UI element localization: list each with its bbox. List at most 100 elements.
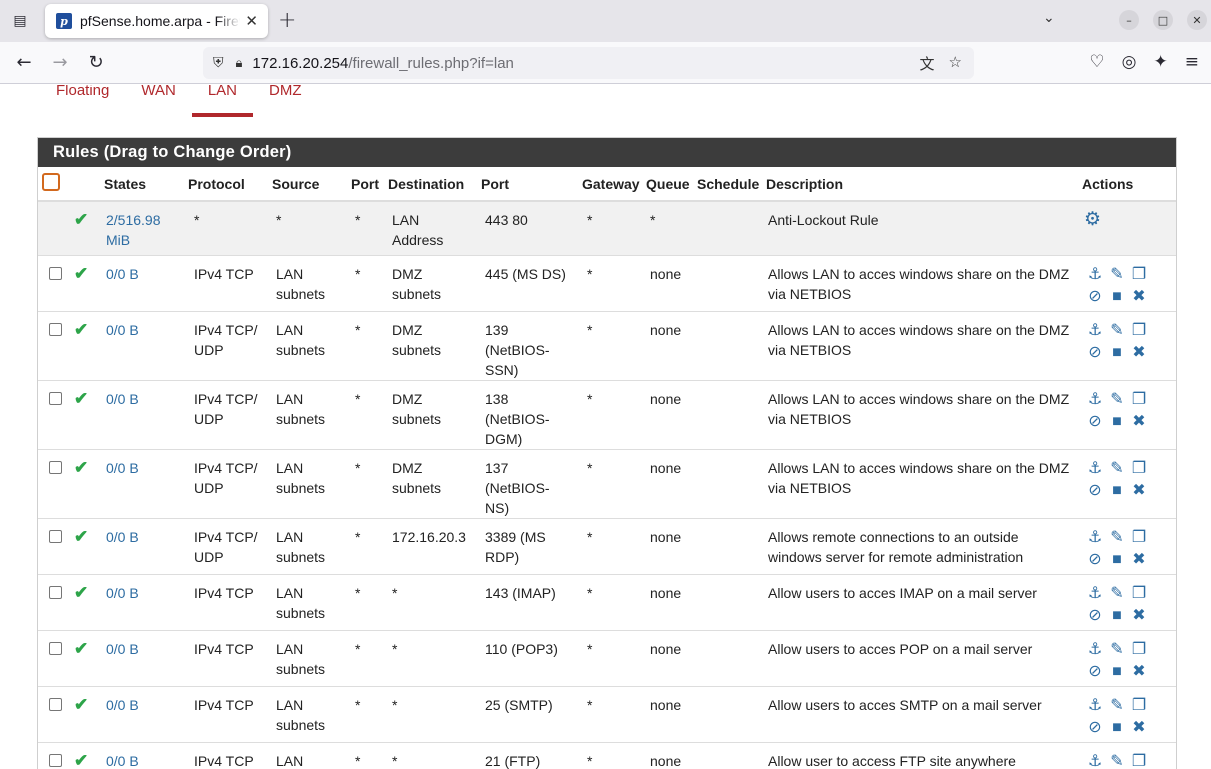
close-window-icon[interactable]: ✕ [1187,10,1207,30]
edit-pencil-icon[interactable]: ✎ [1106,583,1128,605]
translate-icon[interactable]: 文 [920,53,935,74]
edit-pencil-icon[interactable]: ✎ [1106,458,1128,480]
row-checkbox[interactable] [49,460,62,474]
edit-pencil-icon[interactable]: ✎ [1106,389,1128,411]
copy-icon[interactable]: ❐ [1128,751,1150,769]
edit-pencil-icon[interactable]: ✎ [1106,527,1128,549]
trash-icon[interactable]: ■ [1106,286,1128,308]
disable-icon[interactable]: ⊘ [1084,286,1106,308]
reload-icon[interactable]: ↻ [84,52,108,73]
table-row[interactable]: ✔ 0/0 B IPv4 TCP LAN subnets * * 110 (POP3) * no… [38,629,1176,686]
close-tab-icon[interactable]: ✕ [245,12,258,30]
edit-pencil-icon[interactable]: ✎ [1106,320,1128,342]
table-row[interactable]: ✔ 0/0 B IPv4 TCP LAN subnets * * 25 (SMTP) * non… [38,685,1176,742]
url-text[interactable]: 172.16.20.254/firewall_rules.php?if=lan [252,55,513,72]
delete-x-icon[interactable]: ✖ [1128,480,1150,502]
row-checkbox[interactable] [49,585,62,599]
bookmark-star-icon[interactable]: ☆ [949,53,962,74]
disable-icon[interactable]: ⊘ [1084,605,1106,627]
row-checkbox[interactable] [49,391,62,405]
copy-icon[interactable]: ❐ [1128,695,1150,717]
anchor-icon[interactable]: ⚓︎ [1084,264,1106,286]
select-all-checkbox[interactable] [42,173,60,191]
copy-icon[interactable]: ❐ [1128,458,1150,480]
tab-dmz[interactable]: DMZ [253,85,318,117]
anchor-icon[interactable]: ⚓︎ [1084,320,1106,342]
copy-icon[interactable]: ❐ [1128,639,1150,661]
delete-x-icon[interactable]: ✖ [1128,549,1150,571]
disable-icon[interactable]: ⊘ [1084,717,1106,739]
trash-icon[interactable]: ■ [1106,605,1128,627]
browser-tab[interactable]: p pfSense.home.arpa - Firewall: Rules: L… [45,4,268,38]
anchor-icon[interactable]: ⚓︎ [1084,389,1106,411]
row-checkbox[interactable] [49,697,62,711]
delete-x-icon[interactable]: ✖ [1128,286,1150,308]
menu-icon[interactable]: ≡ [1185,52,1199,72]
states-link[interactable]: 0/0 B [106,460,139,476]
states-link[interactable]: 0/0 B [106,266,139,282]
disable-icon[interactable]: ⊘ [1084,549,1106,571]
states-link[interactable]: 0/0 B [106,322,139,338]
copy-icon[interactable]: ❐ [1128,527,1150,549]
trash-icon[interactable]: ■ [1106,342,1128,364]
states-link[interactable]: 0/0 B [106,391,139,407]
row-checkbox[interactable] [49,641,62,655]
row-checkbox[interactable] [49,753,62,767]
gear-icon[interactable]: ⚙ [1084,209,1101,230]
shield-icon[interactable]: ⛨ [213,55,224,71]
copy-icon[interactable]: ❐ [1128,320,1150,342]
anchor-icon[interactable]: ⚓︎ [1084,527,1106,549]
table-row[interactable]: ✔ 2/516.98 MiB * * * LAN Address 443 80 … [38,201,1176,255]
extensions-icon[interactable]: ✦ [1154,52,1168,72]
table-row[interactable]: ✔ 0/0 B IPv4 TCP/ UDP LAN subnets * DMZ subne… [38,448,1176,518]
trash-icon[interactable]: ■ [1106,480,1128,502]
edit-pencil-icon[interactable]: ✎ [1106,639,1128,661]
delete-x-icon[interactable]: ✖ [1128,661,1150,683]
maximize-icon[interactable]: □ [1153,10,1173,30]
states-link[interactable]: 0/0 B [106,585,139,601]
tab-wan[interactable]: WAN [125,85,191,117]
anchor-icon[interactable]: ⚓︎ [1084,751,1106,769]
tab-floating[interactable]: Floating [40,85,125,117]
forward-icon[interactable]: → [48,52,72,73]
table-row[interactable]: ✔0/0 BIPv4 TCPLAN subnets**21 (FTP)*none… [38,741,1176,769]
minimize-icon[interactable]: – [1119,10,1139,30]
delete-x-icon[interactable]: ✖ [1128,605,1150,627]
disable-icon[interactable]: ⊘ [1084,661,1106,683]
anchor-icon[interactable]: ⚓︎ [1084,583,1106,605]
delete-x-icon[interactable]: ✖ [1128,717,1150,739]
disable-icon[interactable]: ⊘ [1084,342,1106,364]
pocket-icon[interactable]: ♡ [1089,52,1104,72]
anchor-icon[interactable]: ⚓︎ [1084,639,1106,661]
account-icon[interactable]: ◎ [1122,52,1137,72]
states-link[interactable]: 2/516.98 MiB [106,212,161,248]
address-bar[interactable]: ⛨ 🔒︎ 172.16.20.254/firewall_rules.php?if… [203,47,974,79]
row-checkbox[interactable] [49,529,62,543]
states-link[interactable]: 0/0 B [106,641,139,657]
new-tab-icon[interactable]: + [278,8,296,33]
row-checkbox[interactable] [49,266,62,280]
chevron-down-icon[interactable]: ⌄ [1043,10,1055,26]
copy-icon[interactable]: ❐ [1128,264,1150,286]
copy-icon[interactable]: ❐ [1128,389,1150,411]
edit-pencil-icon[interactable]: ✎ [1106,264,1128,286]
copy-icon[interactable]: ❐ [1128,583,1150,605]
disable-icon[interactable]: ⊘ [1084,480,1106,502]
delete-x-icon[interactable]: ✖ [1128,342,1150,364]
select-all-header[interactable] [38,167,68,202]
trash-icon[interactable]: ■ [1106,717,1128,739]
tab-list-icon[interactable]: ▤ [8,10,32,32]
states-link[interactable]: 0/0 B [106,529,139,545]
trash-icon[interactable]: ■ [1106,661,1128,683]
delete-x-icon[interactable]: ✖ [1128,411,1150,433]
states-link[interactable]: 0/0 B [106,753,139,769]
anchor-icon[interactable]: ⚓︎ [1084,695,1106,717]
edit-pencil-icon[interactable]: ✎ [1106,695,1128,717]
tab-lan[interactable]: LAN [191,85,254,117]
trash-icon[interactable]: ■ [1106,411,1128,433]
back-icon[interactable]: ← [12,52,36,73]
table-row[interactable]: ✔ 0/0 B IPv4 TCP/ UDP LAN subnets * 172.16.20… [38,517,1176,574]
table-row[interactable]: ✔ 0/0 B IPv4 TCP/ UDP LAN subnets * DMZ subne… [38,379,1176,449]
disable-icon[interactable]: ⊘ [1084,411,1106,433]
edit-pencil-icon[interactable]: ✎ [1106,751,1128,769]
